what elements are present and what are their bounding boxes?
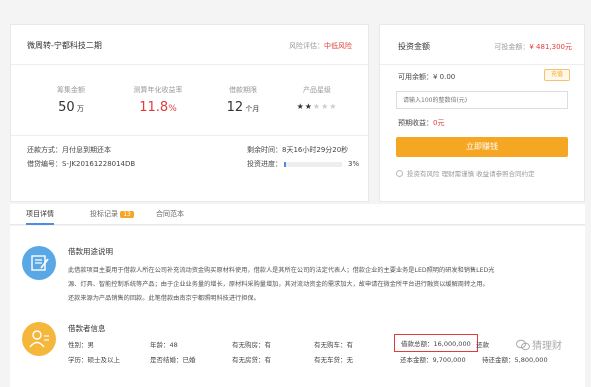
investable-amount: 可投金额：¥ 481,300元 bbox=[494, 42, 572, 52]
product-panel: 微周转-宁都科技二期 风险评估：中低风险 筹集金额 50 万 测算年化收益率 1… bbox=[10, 24, 369, 202]
watermark: 猜理财 bbox=[516, 337, 562, 352]
tab-contract-template[interactable]: 合同范本 bbox=[156, 209, 184, 225]
borrower-age: 年龄：48 bbox=[150, 341, 178, 349]
borrower-total-loan: 借款总额：16,000,000 bbox=[394, 334, 478, 352]
investable-value: ¥ 481,300元 bbox=[529, 43, 572, 51]
product-title: 微周转-宁都科技二期 bbox=[27, 41, 102, 50]
investable-label: 可投金额： bbox=[494, 43, 530, 51]
star-filled-icon: ★ bbox=[296, 102, 305, 111]
loan-number: 借贷编号：S-JK20161228014DB bbox=[27, 160, 136, 168]
progress-fill bbox=[284, 161, 286, 167]
borrower-has-house: 有无购房：有 bbox=[232, 341, 271, 349]
usage-line: 还款来源为产品销售的回款。此笔借款由南京宁都照明科技进行担保。 bbox=[68, 295, 260, 302]
agreement-text: 投资有风险 理财需谨慎 收益请参照合同约定 bbox=[407, 170, 535, 178]
invest-divider bbox=[380, 64, 584, 65]
repayment-method: 还款方式：月付息到期还本 bbox=[27, 146, 111, 154]
invest-now-button[interactable]: 立即赚钱 bbox=[396, 137, 568, 157]
stat-term-value: 12 bbox=[226, 100, 244, 115]
stat-term-label: 借款期限 bbox=[229, 86, 257, 94]
usage-line: 此借款项目主要用于借款人所在公司补充流动资金购买原材料使用，借款人是其所在公司的… bbox=[68, 267, 495, 274]
borrower-icon bbox=[22, 322, 56, 356]
stats-divider bbox=[11, 135, 368, 136]
stat-amount-label: 筹集金额 bbox=[57, 86, 85, 94]
recharge-button[interactable]: 充值 bbox=[544, 69, 570, 81]
risk-label: 风险评估： bbox=[289, 42, 324, 50]
stat-yield-unit: % bbox=[168, 104, 177, 114]
stat-amount: 筹集金额 50 万 bbox=[39, 85, 103, 115]
borrower-amount-due: 待还金额：5,800,000 bbox=[482, 356, 548, 364]
borrower-has-car: 有无购车：有 bbox=[314, 341, 353, 349]
borrower-principal-repaid: 还本金额：9,700,000 bbox=[400, 356, 466, 364]
invest-amount-input[interactable] bbox=[396, 91, 568, 109]
progress-percent: 3% bbox=[348, 160, 360, 168]
tab-bid-records[interactable]: 投标记录 13 bbox=[90, 209, 134, 225]
stat-rating: 产品星级 ★★★★★ bbox=[285, 85, 349, 111]
borrower-car-loan: 有无车贷：无 bbox=[314, 356, 353, 364]
bid-count-badge: 13 bbox=[120, 211, 134, 218]
risk-value: 中低风险 bbox=[324, 42, 352, 50]
stat-yield: 测算年化收益率 11.8% bbox=[119, 85, 197, 115]
progress-label: 投资进度： bbox=[247, 160, 282, 168]
usage-icon bbox=[22, 246, 56, 280]
stat-amount-unit: 万 bbox=[76, 105, 84, 113]
tab-bid-records-label: 投标记录 bbox=[90, 210, 118, 218]
stat-rating-label: 产品星级 bbox=[303, 86, 331, 94]
borrower-married: 是否结婚：已婚 bbox=[150, 356, 196, 364]
borrower-title: 借款者信息 bbox=[68, 324, 106, 333]
invest-panel: 投资金额 可投金额：¥ 481,300元 可用余额：¥ 0.00 充值 预期收益… bbox=[379, 24, 585, 202]
stat-amount-value: 50 bbox=[58, 100, 75, 115]
borrower-gender: 性别：男 bbox=[68, 341, 94, 349]
invest-title: 投资金额 bbox=[398, 42, 430, 51]
watermark-text: 猜理财 bbox=[532, 341, 562, 352]
star-empty-icon: ★ bbox=[329, 102, 338, 111]
risk-assessment: 风险评估：中低风险 bbox=[289, 41, 352, 51]
expected-return: 预期收益：0元 bbox=[398, 118, 444, 128]
borrower-education: 学历：硕士及以上 bbox=[68, 356, 120, 364]
detail-content: 借款用途说明 此借款项目主要用于借款人所在公司补充流动资金购买原材料使用，借款人… bbox=[10, 226, 585, 387]
tab-project-details[interactable]: 项目详情 bbox=[26, 209, 54, 225]
detail-tabs: 项目详情 投标记录 13 合同范本 bbox=[10, 204, 585, 225]
star-empty-icon: ★ bbox=[312, 102, 322, 111]
expected-value: 0元 bbox=[433, 119, 445, 127]
tab-contract-template-label: 合同范本 bbox=[156, 210, 184, 218]
stat-term-unit: 个月 bbox=[245, 105, 260, 113]
tab-project-details-label: 项目详情 bbox=[26, 210, 54, 218]
available-balance: 可用余额：¥ 0.00 bbox=[398, 73, 456, 81]
star-filled-icon: ★ bbox=[304, 102, 313, 111]
borrower-repay-label: 还款 bbox=[476, 341, 489, 349]
progress-bar bbox=[284, 161, 342, 167]
stat-yield-label: 测算年化收益率 bbox=[133, 86, 183, 94]
stat-yield-value: 11.8 bbox=[139, 100, 169, 115]
usage-title: 借款用途说明 bbox=[68, 247, 113, 256]
usage-description: 此借款项目主要用于借款人所在公司补充流动资金购买原材料使用，借款人是其所在公司的… bbox=[68, 264, 494, 306]
agreement-row: 投资有风险 理财需谨慎 收益请参照合同约定 bbox=[396, 168, 535, 178]
wechat-icon bbox=[516, 339, 530, 350]
remaining-time: 剩余时间：8天16小时29分20秒 bbox=[247, 146, 349, 154]
header-divider bbox=[11, 64, 368, 65]
usage-line: 源、灯具、智能控制系统等产品；由于企业业务量的增长，原材料采购量增加，其对流动资… bbox=[68, 281, 489, 288]
agreement-checkbox[interactable] bbox=[396, 169, 403, 177]
borrower-mortgage: 有无房贷：有 bbox=[232, 356, 271, 364]
star-rating: ★★★★★ bbox=[285, 102, 349, 111]
investment-progress: 投资进度： 3% bbox=[247, 159, 359, 169]
stat-term: 借款期限 12 个月 bbox=[211, 85, 275, 115]
expected-label: 预期收益： bbox=[398, 119, 433, 127]
